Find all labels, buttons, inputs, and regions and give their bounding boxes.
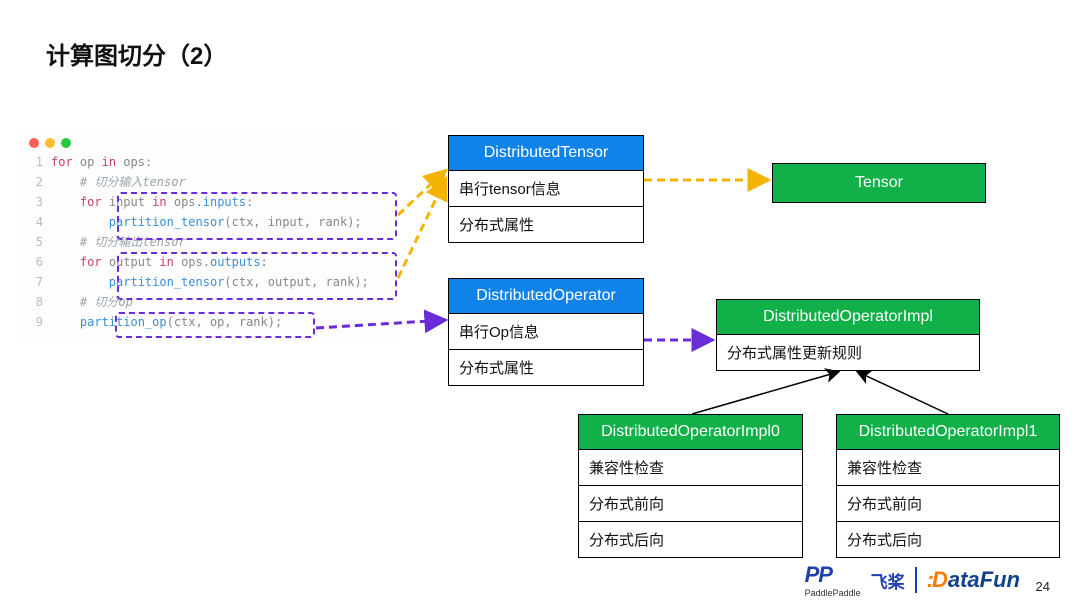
box-distributed-tensor: DistributedTensor 串行tensor信息 分布式属性	[448, 135, 644, 243]
box-header: DistributedOperatorImpl	[717, 300, 979, 334]
box-row: 分布式属性更新规则	[717, 334, 979, 370]
box-row: 兼容性检查	[579, 449, 802, 485]
box-header: DistributedTensor	[449, 136, 643, 170]
code-body: 1for op in ops: 2 # 切分输入tensor 3 for inp…	[19, 152, 394, 342]
feijiang-text: 飞桨	[871, 568, 905, 593]
close-icon	[29, 138, 39, 148]
box-row: 分布式前向	[579, 485, 802, 521]
page-number: 24	[1036, 579, 1050, 594]
box-row: 串行Op信息	[449, 313, 643, 349]
box-row: 分布式后向	[837, 521, 1059, 557]
box-row: 兼容性检查	[837, 449, 1059, 485]
box-row: 分布式属性	[449, 206, 643, 242]
slide-title: 计算图切分（2）	[46, 36, 227, 71]
box-header: Tensor	[773, 164, 985, 202]
box-tensor: Tensor	[772, 163, 986, 203]
paddle-logo: PP PaddlePaddle	[805, 562, 861, 598]
box-header: DistributedOperator	[449, 279, 643, 313]
box-row: 分布式前向	[837, 485, 1059, 521]
box-row: 分布式属性	[449, 349, 643, 385]
box-header: DistributedOperatorImpl1	[837, 415, 1059, 449]
zoom-icon	[61, 138, 71, 148]
window-traffic-lights	[19, 130, 394, 152]
logo-divider	[915, 567, 917, 593]
box-distributed-operator: DistributedOperator 串行Op信息 分布式属性	[448, 278, 644, 386]
box-distributed-operator-impl: DistributedOperatorImpl 分布式属性更新规则	[716, 299, 980, 371]
box-row: 串行tensor信息	[449, 170, 643, 206]
box-impl1: DistributedOperatorImpl1 兼容性检查 分布式前向 分布式…	[836, 414, 1060, 558]
box-row: 分布式后向	[579, 521, 802, 557]
box-impl0: DistributedOperatorImpl0 兼容性检查 分布式前向 分布式…	[578, 414, 803, 558]
datafun-logo: :DataFun	[927, 567, 1020, 593]
footer-logos: PP PaddlePaddle 飞桨 :DataFun	[805, 562, 1020, 598]
box-header: DistributedOperatorImpl0	[579, 415, 802, 449]
minimize-icon	[45, 138, 55, 148]
code-panel: 1for op in ops: 2 # 切分输入tensor 3 for inp…	[19, 130, 394, 342]
